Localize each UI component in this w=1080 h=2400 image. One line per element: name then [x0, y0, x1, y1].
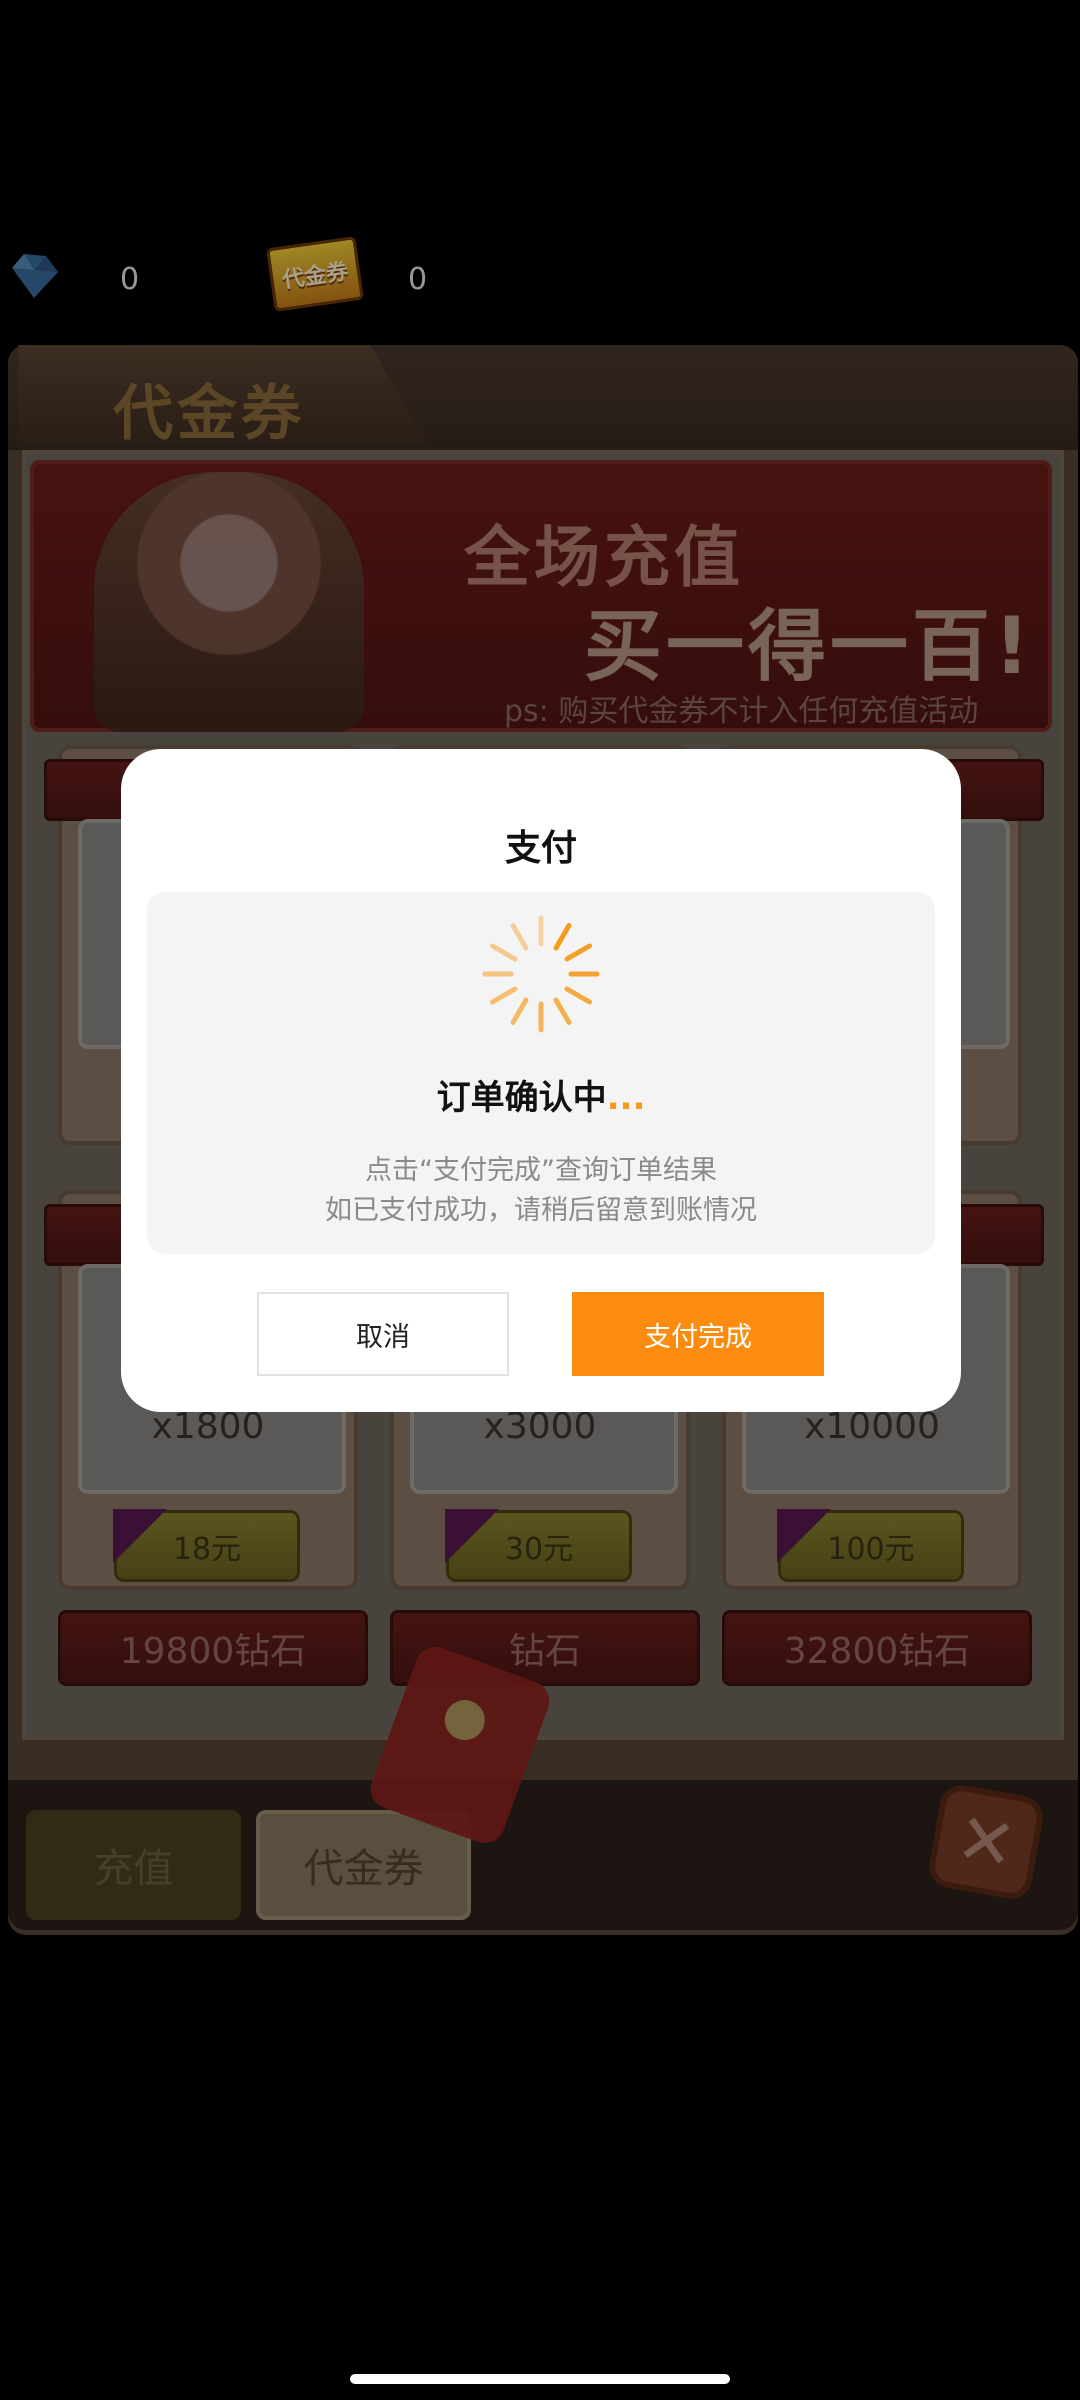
dialog-title: 支付 [504, 828, 577, 869]
loading-spinner-icon [482, 915, 600, 1033]
spinner-ray [490, 986, 518, 1005]
payment-dialog: 支付 订单确认中... 点击“支付完成”查询订单结果 如已支付成功，请稍后留意到… [121, 749, 961, 1412]
payment-done-button[interactable]: 支付完成 [572, 1292, 824, 1376]
order-status-label: 订单确认中 [436, 1078, 607, 1118]
order-status-box: 订单确认中... 点击“支付完成”查询订单结果 如已支付成功，请稍后留意到账情况 [147, 892, 935, 1254]
spinner-ray [553, 997, 572, 1025]
spinner-ray [510, 997, 529, 1025]
spinner-ray [510, 923, 529, 951]
order-status-text: 订单确认中... [147, 1070, 935, 1119]
cancel-button[interactable]: 取消 [257, 1292, 509, 1376]
spinner-ray [564, 943, 592, 962]
spinner-ray [553, 923, 572, 951]
status-dots: ... [606, 1078, 646, 1118]
hint-line-2: 如已支付成功，请稍后留意到账情况 [325, 1195, 757, 1226]
home-indicator[interactable] [350, 2374, 730, 2384]
spinner-ray [564, 986, 592, 1005]
hint-line-1: 点击“支付完成”查询订单结果 [365, 1155, 717, 1186]
spinner-ray [490, 943, 518, 962]
